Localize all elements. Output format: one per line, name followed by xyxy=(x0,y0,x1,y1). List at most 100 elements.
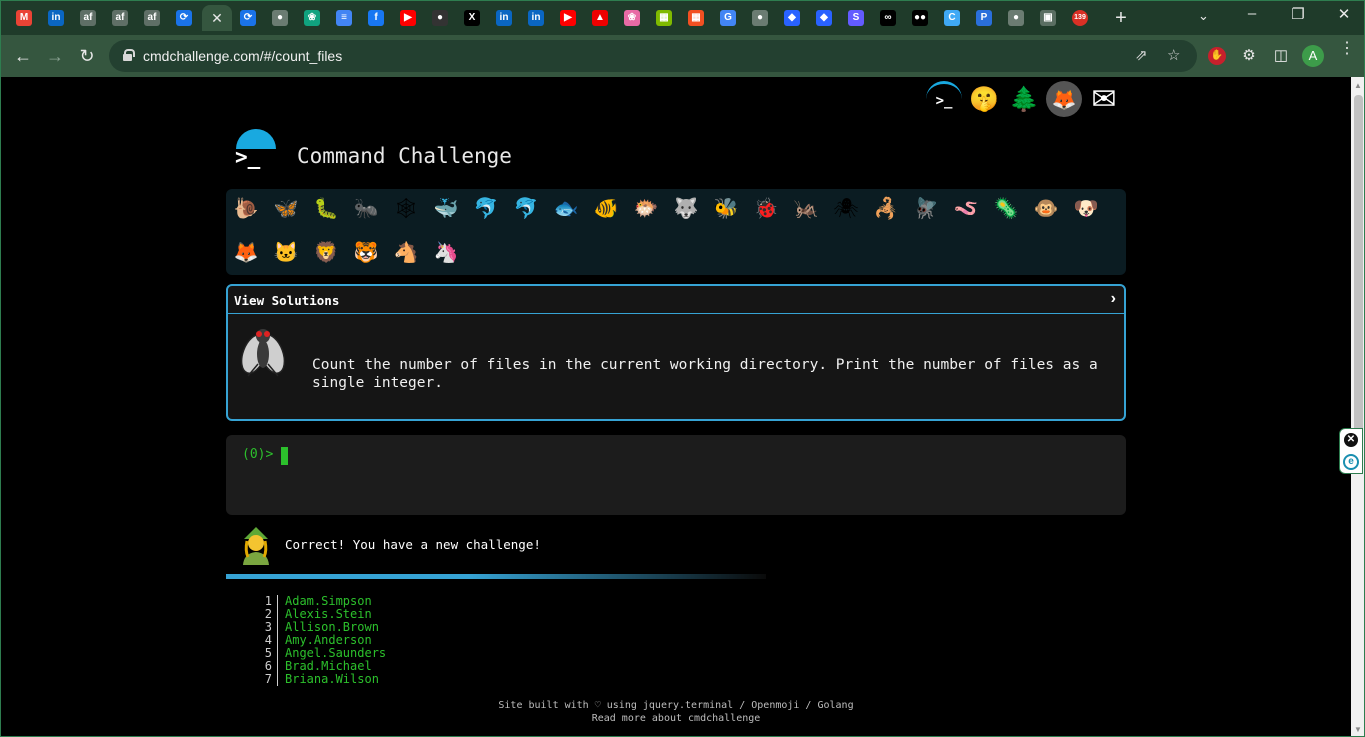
tab-google[interactable]: G xyxy=(714,5,742,31)
gitlab-icon[interactable]: 🦊 xyxy=(1046,81,1082,117)
tab-globe[interactable]: ● xyxy=(266,5,294,31)
challenge-animal-icon[interactable]: 🦂 xyxy=(870,193,902,225)
challenge-animal-icon[interactable]: 🐱 xyxy=(270,237,302,269)
challenge-animal-icon[interactable]: 🐴 xyxy=(390,237,422,269)
challenge-animal-icon[interactable]: 🐳 xyxy=(430,193,462,225)
challenge-animal-icon[interactable]: 🐟 xyxy=(550,193,582,225)
back-icon[interactable]: ← xyxy=(11,44,35,68)
share-icon[interactable]: ⇗ xyxy=(1135,46,1148,64)
chevron-right-icon[interactable]: › xyxy=(1111,290,1116,308)
tab-generic-af[interactable]: af xyxy=(138,5,166,31)
leaderboard-user-link[interactable]: Briana.Wilson xyxy=(285,673,379,686)
view-solutions-header[interactable]: View Solutions › xyxy=(228,286,1124,314)
challenge-animal-icon[interactable]: 🐠 xyxy=(590,193,622,225)
reload-icon[interactable]: ↻ xyxy=(75,44,99,68)
widget-e-icon[interactable]: e xyxy=(1343,454,1359,470)
bookmark-star-icon[interactable]: ☆ xyxy=(1167,46,1180,64)
tab-redhat[interactable]: ▲ xyxy=(586,5,614,31)
side-panel-icon[interactable]: ◫ xyxy=(1271,46,1291,64)
url-text[interactable]: cmdchallenge.com/#/count_files xyxy=(143,48,342,64)
tab-octopus[interactable]: ❀ xyxy=(618,5,646,31)
page-scrollbar[interactable]: ▲ ▼ xyxy=(1351,77,1364,736)
challenge-animal-icon[interactable]: 🐬 xyxy=(510,193,542,225)
site-logo[interactable]: >_ xyxy=(233,127,281,175)
tab-active-close[interactable]: ✕ xyxy=(202,5,232,31)
view-solutions-label[interactable]: View Solutions xyxy=(234,293,339,308)
tab-linkedin[interactable]: in xyxy=(522,5,550,31)
forward-icon[interactable]: → xyxy=(43,44,67,68)
tab-stripe[interactable]: S xyxy=(842,5,870,31)
tab-sync[interactable]: ⟳ xyxy=(234,5,262,31)
challenge-animal-icon[interactable]: 🐜 xyxy=(350,193,382,225)
challenge-animal-icon[interactable]: 🕸 xyxy=(390,193,422,225)
challenge-animal-icon[interactable]: 🦄 xyxy=(430,237,462,269)
scroll-down-icon[interactable]: ▼ xyxy=(1354,725,1362,734)
mail-icon[interactable]: ✉ xyxy=(1086,81,1122,117)
tab-youtube[interactable]: ▶ xyxy=(554,5,582,31)
tab-diamond[interactable]: ◆ xyxy=(810,5,838,31)
challenge-animal-icon[interactable]: 🐡 xyxy=(630,193,662,225)
shushing-face-icon[interactable]: 🤫 xyxy=(966,81,1002,117)
terminal-icon[interactable]: >_ xyxy=(926,81,962,117)
terminal[interactable]: (0)> xyxy=(226,435,1126,515)
challenge-animal-icon[interactable]: 🦋 xyxy=(270,193,302,225)
tab-sync[interactable]: ⟳ xyxy=(170,5,198,31)
tab-c-app[interactable]: C xyxy=(938,5,966,31)
challenge-animal-icon[interactable]: 🪱 xyxy=(950,193,982,225)
tab-p-app[interactable]: P xyxy=(970,5,998,31)
tab-badge-139[interactable]: 139 xyxy=(1066,5,1094,31)
c-app-icon: C xyxy=(944,10,960,26)
tab-github[interactable]: ● xyxy=(426,5,454,31)
tab-infinity[interactable]: ∞ xyxy=(874,5,902,31)
tab-linkedin[interactable]: in xyxy=(42,5,70,31)
close-window-icon[interactable]: ✕ xyxy=(1329,5,1359,23)
scrollbar-thumb[interactable] xyxy=(1354,95,1363,435)
tree-icon[interactable]: 🌲 xyxy=(1006,81,1042,117)
challenge-animal-icon[interactable]: 🐌 xyxy=(230,193,262,225)
footer-read-more-link[interactable]: Read more about cmdchallenge xyxy=(1,713,1351,724)
challenge-animal-icon[interactable]: 🐞 xyxy=(750,193,782,225)
tab-docs[interactable]: ≡ xyxy=(330,5,358,31)
tab-image[interactable]: ▣ xyxy=(1034,5,1062,31)
tab-chatgpt[interactable]: ❀ xyxy=(298,5,326,31)
terminal-cursor[interactable] xyxy=(281,447,288,465)
challenge-animal-icon[interactable]: 🦁 xyxy=(310,237,342,269)
tab-microsoft[interactable]: ▦ xyxy=(650,5,678,31)
new-tab-button[interactable]: + xyxy=(1110,7,1132,30)
challenge-animal-icon[interactable]: 🦗 xyxy=(790,193,822,225)
restore-icon[interactable]: ❐ xyxy=(1283,5,1313,23)
challenge-animal-icon[interactable]: 🕷 xyxy=(830,193,862,225)
challenge-animal-icon[interactable]: 🐺 xyxy=(670,193,702,225)
challenge-animal-icon[interactable]: 🐯 xyxy=(350,237,382,269)
tab-generic-af[interactable]: af xyxy=(106,5,134,31)
tab-x[interactable]: X xyxy=(458,5,486,31)
tab-generic-af[interactable]: af xyxy=(74,5,102,31)
challenge-animal-icon[interactable]: 🐬 xyxy=(470,193,502,225)
tab-globe[interactable]: ● xyxy=(746,5,774,31)
challenge-animal-icon[interactable]: 🐝 xyxy=(710,193,742,225)
address-bar[interactable]: cmdchallenge.com/#/count_files ⇗ ☆ xyxy=(109,40,1197,72)
tab-gmail[interactable]: M xyxy=(10,5,38,31)
tab-medium[interactable]: ●● xyxy=(906,5,934,31)
widget-close-icon[interactable]: ✕ xyxy=(1344,433,1358,447)
tab-globe[interactable]: ● xyxy=(1002,5,1030,31)
scroll-up-icon[interactable]: ▲ xyxy=(1354,81,1362,90)
tab-microsoft[interactable]: ▦ xyxy=(682,5,710,31)
tab-search-icon[interactable]: ⌄ xyxy=(1198,8,1209,24)
adblock-extension-icon[interactable]: ✋ xyxy=(1208,47,1226,65)
challenge-animal-icon[interactable]: 🦊 xyxy=(230,237,262,269)
tab-linkedin[interactable]: in xyxy=(490,5,518,31)
extensions-puzzle-icon[interactable]: ⚙ xyxy=(1239,46,1259,64)
challenge-animal-icon[interactable]: 🦠 xyxy=(990,193,1022,225)
tab-diamond[interactable]: ◆ xyxy=(778,5,806,31)
browser-menu-icon[interactable]: ⋮ xyxy=(1339,41,1355,57)
microsoft-icon: ▦ xyxy=(688,10,704,26)
challenge-animal-icon[interactable]: 🪰 xyxy=(910,193,942,225)
challenge-animal-icon[interactable]: 🐶 xyxy=(1070,193,1102,225)
tab-youtube[interactable]: ▶ xyxy=(394,5,422,31)
challenge-animal-icon[interactable]: 🐵 xyxy=(1030,193,1062,225)
tab-blue-f[interactable]: f xyxy=(362,5,390,31)
minimize-icon[interactable]: – xyxy=(1237,5,1267,22)
profile-avatar[interactable]: A xyxy=(1302,45,1324,67)
challenge-animal-icon[interactable]: 🐛 xyxy=(310,193,342,225)
